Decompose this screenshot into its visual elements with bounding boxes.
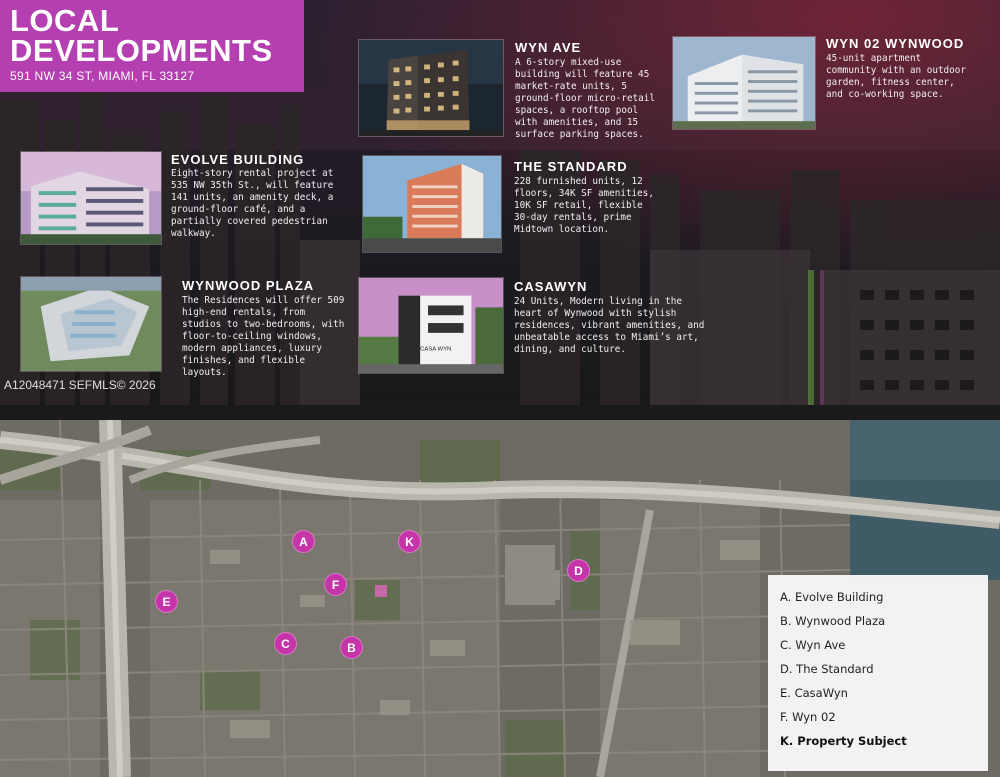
legend-item-k: K. Property Subject: [780, 734, 907, 748]
wynwood-plaza-title: WYNWOOD PLAZA: [182, 278, 315, 293]
wyn-ave-photo: [358, 39, 504, 137]
wyn-02-description: 45-unit apartment community with an outd…: [826, 53, 966, 100]
map-marker-k[interactable]: K: [398, 530, 421, 553]
title-box: LOCAL DEVELOPMENTS 591 NW 34 ST, MIAMI, …: [0, 0, 304, 92]
map-marker-d[interactable]: D: [567, 559, 590, 582]
map-marker-c[interactable]: C: [274, 632, 297, 655]
the-standard-photo: [362, 155, 502, 253]
wyn-02-photo: [672, 36, 816, 130]
map-legend: A. Evolve Building B. Wynwood Plaza C. W…: [768, 575, 988, 771]
legend-item-d: D. The Standard: [780, 662, 874, 676]
legend-item-b: B. Wynwood Plaza: [780, 614, 886, 628]
evolve-building-title: EVOLVE BUILDING: [171, 152, 305, 167]
wynwood-plaza-description: The Residences will offer 509 high-end r…: [182, 295, 345, 378]
map-marker-f[interactable]: F: [324, 573, 347, 596]
developments-banner: LOCAL DEVELOPMENTS 591 NW 34 ST, MIAMI, …: [0, 0, 1000, 420]
map-marker-a[interactable]: A: [292, 530, 315, 553]
legend-item-c: C. Wyn Ave: [780, 638, 846, 652]
wyn-ave-title: WYN AVE: [515, 40, 582, 55]
the-standard-description: 228 furnished units, 12 floors, 34K SF a…: [514, 176, 654, 235]
mls-watermark: A12048471 SEFMLS© 2026: [4, 378, 156, 392]
wyn-ave-description: A 6-story mixed-use building will featur…: [515, 57, 655, 140]
legend-item-a: A. Evolve Building: [780, 590, 884, 604]
casawyn-description: 24 Units, Modern living in the heart of …: [514, 296, 705, 355]
casawyn-title: CASAWYN: [514, 279, 588, 294]
casawyn-sign: CASA WYN: [420, 346, 451, 352]
property-address: 591 NW 34 ST, MIAMI, FL 33127: [10, 69, 195, 83]
page-title: LOCAL DEVELOPMENTS: [10, 3, 273, 68]
legend-item-e: E. CasaWyn: [780, 686, 848, 700]
legend-list: A. Evolve Building B. Wynwood Plaza C. W…: [780, 589, 907, 757]
map-marker-b[interactable]: B: [340, 636, 363, 659]
legend-item-f: F. Wyn 02: [780, 710, 836, 724]
evolve-building-description: Eight-story rental project at 535 NW 35t…: [171, 168, 334, 239]
map-marker-e[interactable]: E: [155, 590, 178, 613]
wynwood-plaza-photo: [20, 276, 162, 372]
the-standard-title: THE STANDARD: [514, 159, 628, 174]
evolve-building-photo: [20, 151, 162, 245]
casawyn-photo: CASA WYN: [358, 277, 504, 374]
wyn-02-title: WYN 02 WYNWOOD: [826, 36, 965, 51]
